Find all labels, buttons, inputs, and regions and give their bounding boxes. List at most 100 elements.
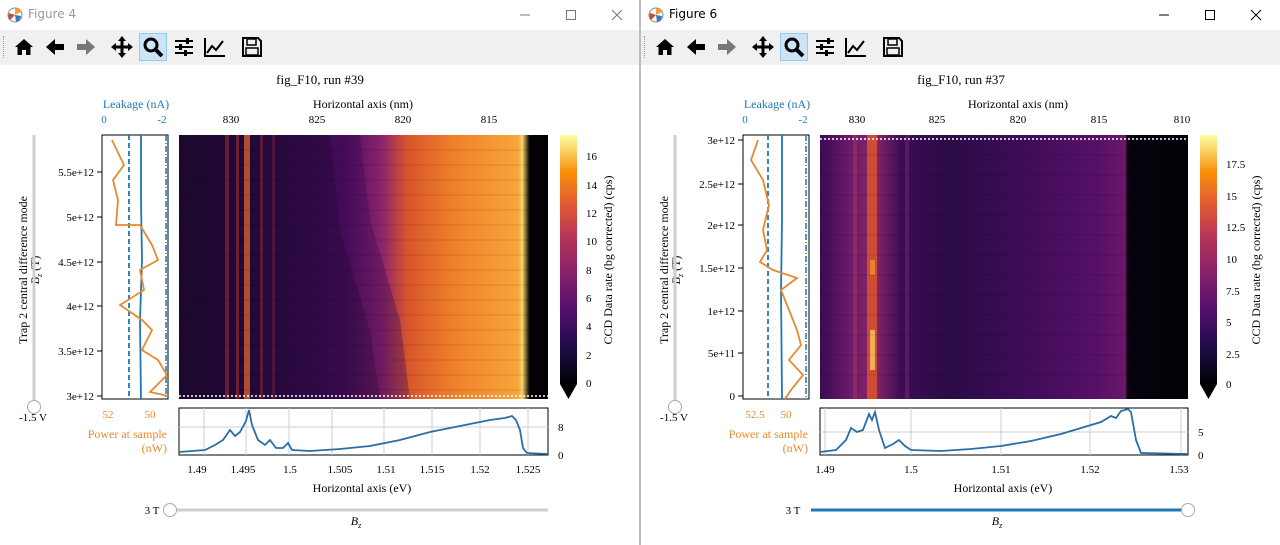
spectrum-panel[interactable] [819, 407, 1189, 456]
colorbar-tick-label: 5 [1226, 317, 1232, 329]
colorbar-tick-label: 10 [586, 236, 598, 248]
bottom-tick-label: 1.505 [328, 464, 353, 476]
y-tick-label: 3e+12 [66, 391, 94, 403]
bottom-tick-label: 1.49 [187, 464, 207, 476]
horizontal-slider-name: Bz [351, 514, 362, 530]
leakage-tick-label: 0 [101, 114, 107, 126]
spectrum-tick-label: 8 [558, 422, 564, 434]
horizontal-slider-name: Bz [992, 514, 1003, 530]
top-tick-label: 820 [395, 114, 412, 126]
bottom-tick-label: 1.525 [516, 464, 541, 476]
horizontal-slider-handle[interactable] [1181, 503, 1195, 517]
colorbar-tick-label: 10 [1226, 254, 1238, 266]
y-tick-label: 3.5e+12 [58, 346, 94, 358]
power-axis-label-line1: Power at sample [88, 427, 167, 441]
top-tick-label: 830 [223, 114, 240, 126]
power-axis-label-line1: Power at sample [729, 427, 808, 441]
colorbar-tick-label: 12 [586, 208, 597, 220]
leakage-axis-label: Leakage (nA) [744, 97, 810, 111]
bottom-tick-label: 1.52 [1080, 464, 1099, 476]
bottom-tick-label: 1.495 [231, 464, 256, 476]
figure-window-4: Figure 4 fig_F10, run #39 Horizontal axi… [0, 0, 639, 545]
leakage-tick-label: -2 [798, 114, 807, 126]
top-tick-label: 825 [309, 114, 326, 126]
power-axis-label-line2: (nW) [783, 441, 808, 455]
horizontal-slider-label: 3 T [145, 505, 160, 517]
figure-canvas[interactable]: Horizontal axis (nm) 830 825 820 815 810… [641, 0, 1280, 545]
leakage-tick-label: 0 [742, 114, 748, 126]
top-axis-label: Horizontal axis (nm) [968, 97, 1068, 111]
y-tick-label: 5e+12 [66, 212, 94, 224]
figure-window-6: Figure 6 fig_F10, run #37 Horizontal axi… [641, 0, 1280, 545]
colorbar-tick-label: 7.5 [1226, 286, 1240, 298]
colorbar-extend-arrow [560, 384, 577, 399]
vertical-slider-label: -1.5 V [19, 412, 47, 424]
heatmap[interactable] [179, 135, 548, 399]
top-tick-label: 825 [929, 114, 946, 126]
colorbar-tick-label: 4 [586, 321, 592, 333]
bottom-tick-label: 1.52 [470, 464, 489, 476]
y-tick-label: 1.5e+12 [699, 263, 735, 275]
power-axis-label-line2: (nW) [142, 441, 167, 455]
y-axis-label-line2: Bz (T) [28, 256, 44, 285]
y-axis-label-line2: Bz (T) [669, 256, 685, 285]
bottom-axis-label: Horizontal axis (eV) [954, 481, 1053, 495]
spectrum-panel[interactable] [178, 407, 549, 456]
colorbar-tick-label: 2.5 [1226, 349, 1240, 361]
y-tick-label: 4e+12 [66, 301, 94, 313]
power-tick-label: 52.5 [745, 409, 765, 421]
colorbar-tick-label: 6 [586, 293, 592, 305]
leakage-axis-label: Leakage (nA) [103, 97, 169, 111]
y-tick-label: 3e+12 [707, 135, 735, 147]
bottom-axis-label: Horizontal axis (eV) [313, 481, 412, 495]
top-tick-label: 815 [1091, 114, 1108, 126]
y-tick-label: 0 [730, 391, 736, 403]
bottom-tick-label: 1.49 [815, 464, 835, 476]
power-tick-label: 52 [103, 409, 114, 421]
colorbar-tick-label: 2 [586, 350, 592, 362]
leakage-power-panel[interactable] [742, 134, 810, 400]
leakage-power-panel[interactable] [101, 134, 169, 400]
y-tick-label: 5e+11 [708, 348, 735, 360]
spectrum-tick-label: 5 [1198, 427, 1204, 439]
heatmap[interactable] [820, 135, 1188, 399]
spectrum-tick-label: 0 [1198, 450, 1204, 462]
power-tick-label: 50 [781, 409, 793, 421]
colorbar-tick-label: 17.5 [1226, 159, 1246, 171]
y-tick-label: 1e+12 [707, 306, 735, 318]
figure-canvas[interactable]: Horizontal axis (nm) 830 825 820 815 Lea… [0, 0, 639, 545]
vertical-slider-label: -1.5 V [660, 412, 688, 424]
power-tick-label: 50 [145, 409, 157, 421]
colorbar-extend-arrow [1200, 384, 1217, 399]
y-tick-label: 4.5e+12 [58, 257, 94, 269]
colorbar-tick-label: 16 [586, 151, 598, 163]
colorbar-tick-label: 12.5 [1226, 222, 1246, 234]
colorbar-label: CCD Data rate (bg corrected) (cps) [601, 176, 615, 345]
top-axis-label: Horizontal axis (nm) [313, 97, 413, 111]
colorbar-tick-label: 15 [1226, 191, 1238, 203]
top-tick-label: 810 [1174, 114, 1191, 126]
bottom-tick-label: 1.5 [283, 464, 297, 476]
colorbar [1200, 135, 1217, 384]
y-tick-label: 5.5e+12 [58, 167, 94, 179]
colorbar-tick-label: 0 [586, 378, 592, 390]
bottom-tick-label: 1.53 [1169, 464, 1189, 476]
horizontal-slider-label: 3 T [786, 505, 801, 517]
bottom-tick-label: 1.515 [420, 464, 445, 476]
y-tick-label: 2.5e+12 [699, 179, 735, 191]
horizontal-slider-handle[interactable] [163, 503, 177, 517]
top-tick-label: 830 [849, 114, 866, 126]
y-tick-label: 2e+12 [707, 220, 735, 232]
spectrum-tick-label: 0 [558, 450, 564, 462]
colorbar-tick-label: 0 [1226, 379, 1232, 391]
leakage-tick-label: -2 [157, 114, 166, 126]
bottom-tick-label: 1.5 [904, 464, 918, 476]
colorbar-tick-label: 14 [586, 180, 598, 192]
colorbar-label: CCD Data rate (bg corrected) (cps) [1249, 176, 1263, 345]
top-tick-label: 815 [481, 114, 498, 126]
bottom-tick-label: 1.51 [376, 464, 395, 476]
colorbar [560, 135, 577, 384]
colorbar-tick-label: 8 [586, 265, 592, 277]
top-tick-label: 820 [1010, 114, 1027, 126]
bottom-tick-label: 1.51 [991, 464, 1010, 476]
